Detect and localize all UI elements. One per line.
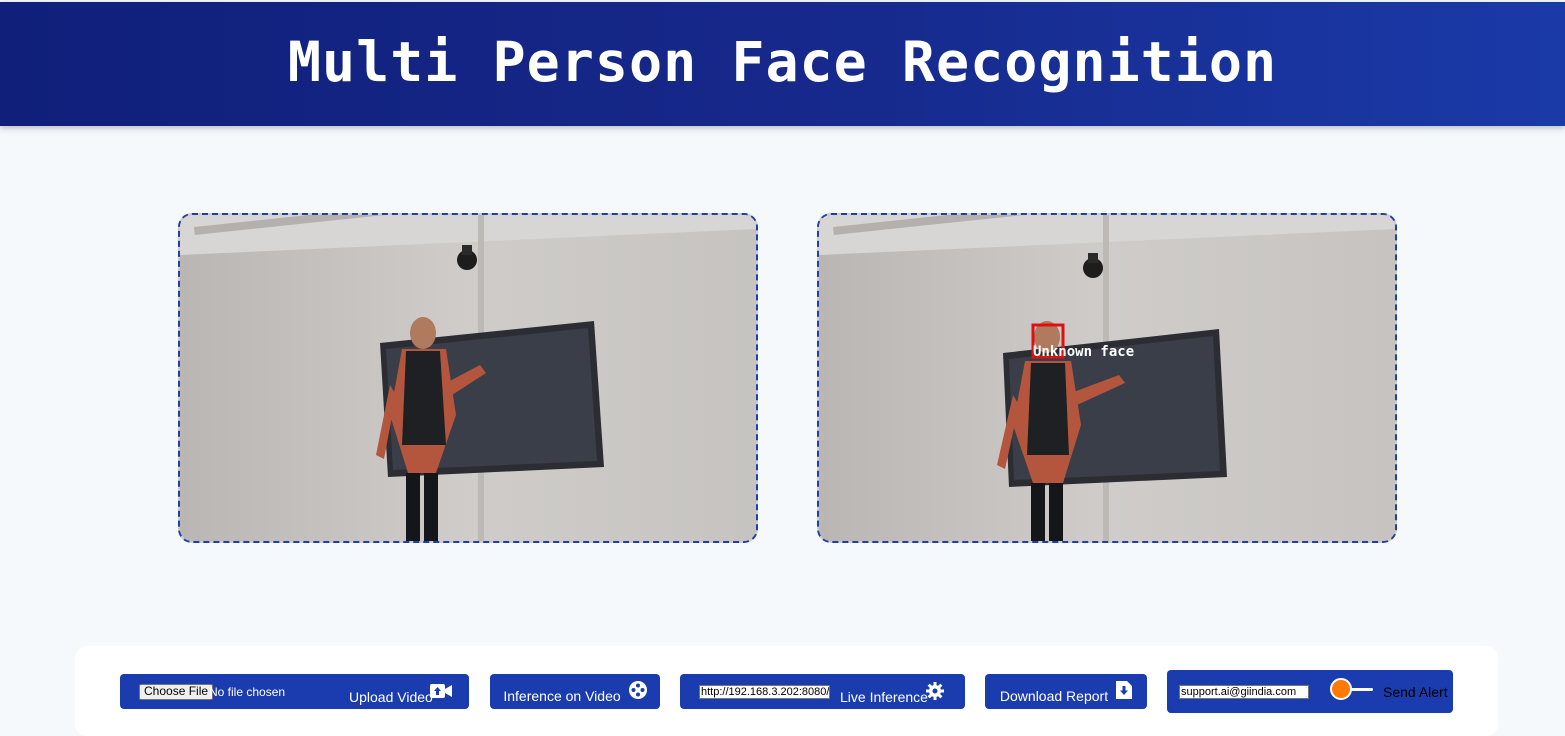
download-report-label: Download Report	[999, 687, 1109, 704]
upload-video-control: Choose File No file chosen Upload Video	[120, 674, 469, 709]
page-title: Multi Person Face Recognition	[287, 30, 1278, 94]
file-status: No file chosen	[209, 685, 286, 699]
alert-toggle-knob[interactable]	[1330, 678, 1352, 700]
send-alert-button[interactable]: Send Alert	[1383, 684, 1448, 700]
stream-url-input[interactable]: http://192.168.3.202:8080/v	[699, 685, 830, 699]
detection-label: Unknown face	[1033, 344, 1134, 360]
download-file-icon	[1116, 681, 1133, 702]
page-header: Multi Person Face Recognition	[0, 2, 1565, 126]
video-camera-upload-icon[interactable]	[430, 683, 452, 702]
download-report-button[interactable]: Download Report	[985, 674, 1147, 709]
gear-icon[interactable]	[926, 682, 944, 703]
live-inference-control: http://192.168.3.202:8080/v Live Inferen…	[680, 674, 965, 709]
inference-on-video-label: Inference on Video	[503, 687, 621, 704]
send-alert-control: support.ai@giindia.com Send Alert	[1167, 670, 1453, 713]
inference-on-video-button[interactable]: Inference on Video	[490, 674, 660, 709]
live-inference-button[interactable]: Live Inference	[840, 689, 928, 705]
alert-email-input[interactable]: support.ai@giindia.com	[1179, 685, 1309, 699]
input-video-frame	[178, 213, 758, 543]
upload-video-button[interactable]: Upload Video	[349, 689, 433, 705]
choose-file-button[interactable]: Choose File	[139, 684, 214, 700]
output-video-frame: Unknown face	[817, 213, 1397, 543]
film-reel-icon	[628, 681, 647, 702]
